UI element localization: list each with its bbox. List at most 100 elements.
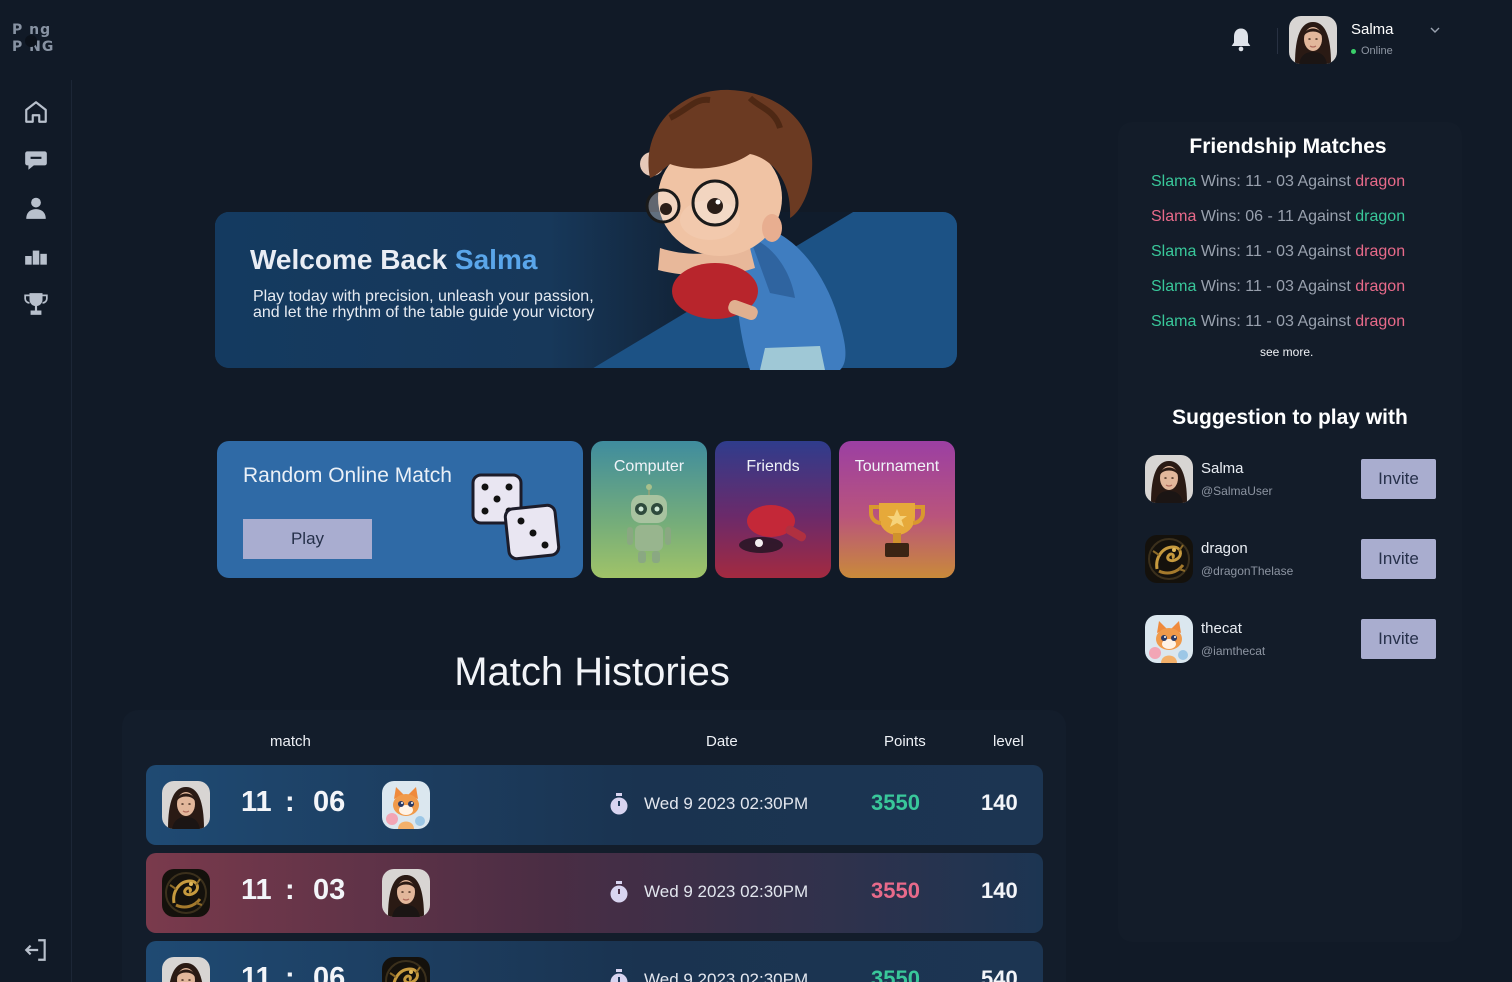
stopwatch-icon	[610, 881, 628, 903]
score-left: 11	[241, 786, 272, 818]
column-points: Points	[884, 733, 926, 750]
sidebar-divider	[71, 80, 72, 982]
logout-icon[interactable]	[22, 936, 50, 964]
computer-mode-card[interactable]: Computer	[591, 441, 707, 578]
friendship-match-row: Slama Wins: 11 - 03 Against dragon	[1151, 278, 1405, 296]
suggestion-handle: @dragonThelase	[1201, 564, 1294, 578]
match-level: 140	[981, 790, 1018, 815]
logo-ball-icon	[25, 35, 37, 47]
welcome-title-prefix: Welcome Back	[250, 244, 448, 275]
avatar	[1289, 16, 1337, 64]
avatar[interactable]	[1145, 535, 1193, 583]
user-status: Online	[1351, 45, 1393, 57]
user-status-label: Online	[1361, 45, 1393, 57]
match-points: 3550	[871, 966, 920, 982]
avatar	[382, 781, 430, 829]
suggestion-item: Salma @SalmaUser Invite	[1145, 455, 1437, 503]
app-logo[interactable]: P ng P NG	[12, 22, 62, 58]
suggestion-handle: @iamthecat	[1201, 644, 1266, 658]
robot-icon	[627, 484, 671, 563]
suggestion-item: dragon @dragonThelase Invite	[1145, 535, 1437, 583]
see-more-link[interactable]: see more.	[1260, 345, 1313, 359]
fm-opponent: dragon	[1355, 208, 1406, 225]
random-match-title: Random Online Match	[243, 464, 452, 487]
score-separator: :	[285, 874, 295, 906]
profile-icon[interactable]	[22, 194, 50, 222]
welcome-line-2: and let the rhythm of the table guide yo…	[253, 304, 595, 321]
table-row[interactable]: 11 : 06 Wed 9 2023 02:30PM 3550 540	[146, 941, 1043, 982]
match-date: Wed 9 2023 02:30PM	[644, 882, 809, 901]
fm-player: Slama	[1151, 313, 1197, 330]
stopwatch-icon	[610, 793, 628, 815]
avatar	[162, 957, 210, 982]
score-right: 03	[313, 874, 346, 906]
score-separator: :	[285, 786, 295, 818]
suggestion-handle: @SalmaUser	[1201, 484, 1273, 498]
fm-result-text: Wins: 11 - 03 Against	[1200, 243, 1351, 260]
avatar	[382, 957, 430, 982]
invite-button[interactable]: Invite	[1361, 539, 1436, 579]
fm-player: Slama	[1151, 173, 1197, 190]
friendship-matches-title: Friendship Matches	[1189, 135, 1387, 158]
table-row[interactable]: 11 : 06 Wed 9 2023 02:30PM 3550 140	[146, 765, 1043, 845]
random-online-match-card[interactable]: Random Online Match Play	[217, 441, 583, 578]
column-date: Date	[706, 733, 738, 750]
avatar[interactable]	[1145, 615, 1193, 663]
match-level: 140	[981, 878, 1018, 903]
match-points: 3550	[871, 790, 920, 815]
suggestion-name[interactable]: Salma	[1201, 460, 1244, 477]
tournament-mode-card[interactable]: Tournament	[839, 441, 955, 578]
fm-result-text: Wins: 11 - 03 Against	[1200, 313, 1351, 330]
score-right: 06	[313, 962, 346, 982]
sidebar: P ng P NG	[0, 0, 72, 982]
welcome-title: Welcome Back Salma	[250, 244, 537, 276]
suggestion-name[interactable]: dragon	[1201, 540, 1248, 557]
score-right: 06	[313, 786, 346, 818]
chat-icon[interactable]	[22, 146, 50, 174]
score-separator: :	[285, 962, 295, 982]
match-histories-title: Match Histories	[454, 650, 730, 694]
friends-mode-card[interactable]: Friends	[715, 441, 831, 578]
user-name: Salma	[1351, 21, 1394, 38]
invite-button[interactable]: Invite	[1361, 459, 1436, 499]
welcome-line-1: Play today with precision, unleash your …	[253, 288, 594, 305]
friends-card-title: Friends	[746, 458, 800, 475]
home-icon[interactable]	[22, 98, 50, 126]
trophy-icon[interactable]	[22, 290, 50, 318]
user-profile-menu[interactable]: Salma Online	[1289, 16, 1449, 64]
suggestion-name[interactable]: thecat	[1201, 620, 1242, 637]
logo-line-2: P NG	[12, 39, 55, 55]
dice-icon	[471, 473, 561, 561]
tournament-card-title: Tournament	[854, 458, 940, 475]
logo-line-1: P ng	[12, 22, 52, 38]
chevron-down-icon[interactable]	[1429, 24, 1441, 36]
ping-pong-paddle-icon	[739, 505, 807, 553]
score-left: 11	[241, 962, 272, 982]
avatar	[162, 781, 210, 829]
fm-result-text: Wins: 11 - 03 Against	[1200, 278, 1351, 295]
table-row[interactable]: 11 : 03 Wed 9 2023 02:30PM 3550 140	[146, 853, 1043, 933]
friendship-match-row: Slama Wins: 06 - 11 Against dragon	[1151, 208, 1405, 226]
ping-pong-boy-illustration	[640, 89, 846, 370]
fm-player: Slama	[1151, 278, 1197, 295]
fm-opponent: dragon	[1355, 173, 1406, 190]
welcome-title-name: Salma	[454, 244, 538, 275]
score-left: 11	[241, 874, 272, 906]
notification-bell-icon[interactable]	[1227, 25, 1255, 53]
play-button[interactable]: Play	[243, 519, 372, 559]
fm-player: Slama	[1151, 208, 1197, 225]
fm-opponent: dragon	[1355, 278, 1406, 295]
invite-button[interactable]: Invite	[1361, 619, 1436, 659]
fm-result-text: Wins: 11 - 03 Against	[1200, 173, 1351, 190]
leaderboard-icon[interactable]	[22, 242, 50, 270]
fm-result-text: Wins: 06 - 11 Against	[1200, 208, 1351, 225]
avatar	[162, 869, 210, 917]
suggestion-item: thecat @iamthecat Invite	[1145, 615, 1437, 663]
match-level: 540	[981, 966, 1018, 982]
column-level: level	[993, 733, 1024, 750]
fm-opponent: dragon	[1355, 243, 1406, 260]
column-match: match	[270, 733, 311, 750]
avatar[interactable]	[1145, 455, 1193, 503]
online-dot-icon	[1351, 48, 1356, 54]
header-divider	[1277, 28, 1278, 54]
